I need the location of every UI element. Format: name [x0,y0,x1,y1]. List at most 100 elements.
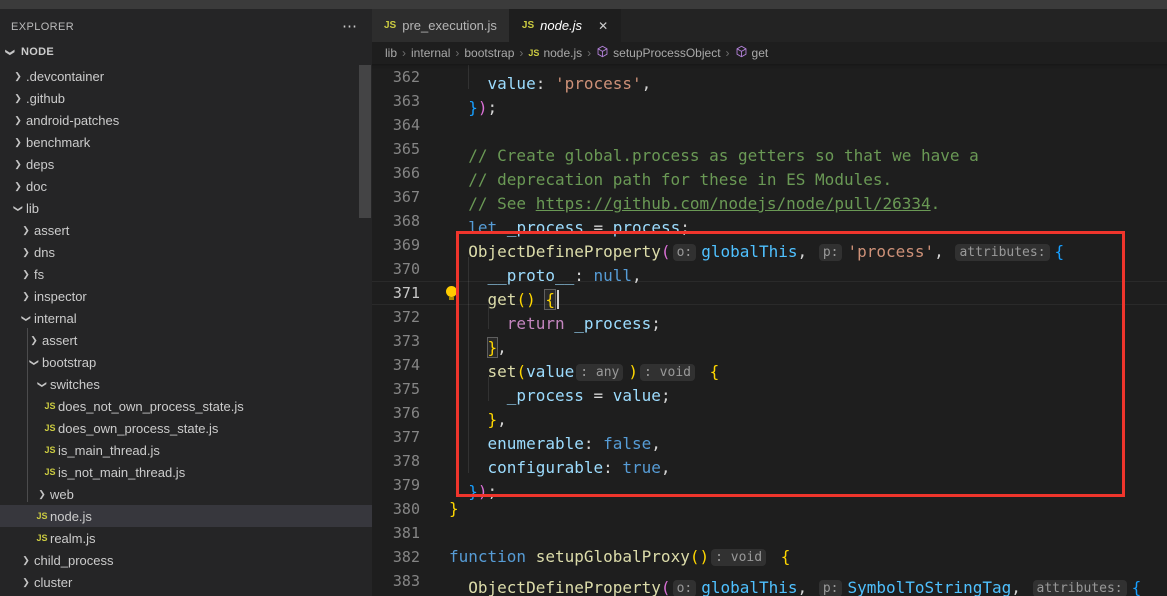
tree-item-web[interactable]: ❯web [0,483,372,505]
code-line-365[interactable]: 365// Create global.process as getters s… [372,137,1167,161]
tab-pre-execution-js[interactable]: JSpre_execution.js [372,9,510,42]
code-line-371[interactable]: 371 get() { [372,281,1167,305]
line-number[interactable]: 371 [372,281,420,305]
line-number[interactable]: 366 [372,161,420,185]
more-actions-icon[interactable]: ⋯ [342,22,358,32]
tree-item--devcontainer[interactable]: ❯.devcontainer [0,65,372,87]
line-number[interactable]: 372 [372,305,420,329]
code-line-367[interactable]: 367// See https://github.com/nodejs/node… [372,185,1167,209]
code-line-362[interactable]: 362 value: 'process', [372,65,1167,89]
line-number[interactable]: 381 [372,521,420,545]
tree-item-benchmark[interactable]: ❯benchmark [0,131,372,153]
tree-item-inspector[interactable]: ❯inspector [0,285,372,307]
tree-item-is-not-main-thread-js[interactable]: JSis_not_main_thread.js [0,461,372,483]
tree-item-does-not-own-process-state-js[interactable]: JSdoes_not_own_process_state.js [0,395,372,417]
tree-item-label: .devcontainer [26,69,104,84]
line-number[interactable]: 367 [372,185,420,209]
breadcrumb-item-node-js[interactable]: JSnode.js [528,46,582,60]
tree-item-is-main-thread-js[interactable]: JSis_main_thread.js [0,439,372,461]
line-number[interactable]: 383 [372,569,420,593]
tree-item-switches[interactable]: ❯switches [0,373,372,395]
code-editor[interactable]: 362value: 'process',363});364365// Creat… [372,64,1167,596]
line-number[interactable]: 380 [372,497,420,521]
code-token: } [449,499,459,518]
line-number[interactable]: 376 [372,401,420,425]
code-line-374[interactable]: 374set(value: any): void { [372,353,1167,377]
tree-item-label: web [50,487,74,502]
line-number[interactable]: 369 [372,233,420,257]
inlay-hint: p: [819,580,843,596]
tree-item-assert[interactable]: ❯assert [0,219,372,241]
tree-item-realm-js[interactable]: JSrealm.js [0,527,372,549]
tree-item-node-js[interactable]: JSnode.js [0,505,372,527]
tree-item-dns[interactable]: ❯dns [0,241,372,263]
code-line-380[interactable]: 380} [372,497,1167,521]
line-number[interactable]: 375 [372,377,420,401]
breadcrumb-item-bootstrap[interactable]: bootstrap [464,46,514,60]
code-line-364[interactable]: 364 [372,113,1167,137]
tree-item-deps[interactable]: ❯deps [0,153,372,175]
close-icon[interactable]: ✕ [598,19,608,33]
code-line-366[interactable]: 366// deprecation path for these in ES M… [372,161,1167,185]
line-content: }); [449,89,497,113]
tree-item-bootstrap[interactable]: ❯bootstrap [0,351,372,373]
tree-item-child-process[interactable]: ❯child_process [0,549,372,571]
indent-guide [468,425,487,449]
js-file-icon: JS [42,423,58,433]
breadcrumb-item-internal[interactable]: internal [411,46,450,60]
inlay-hint: o: [673,580,697,596]
code-line-376[interactable]: 376}, [372,401,1167,425]
section-header-node[interactable]: ❯ NODE [0,39,372,65]
line-number[interactable]: 379 [372,473,420,497]
tree-item-label: bootstrap [42,355,96,370]
line-number[interactable]: 373 [372,329,420,353]
code-line-369[interactable]: 369ObjectDefineProperty(o:globalThis, p:… [372,233,1167,257]
line-number[interactable]: 378 [372,449,420,473]
tree-item-fs[interactable]: ❯fs [0,263,372,285]
breadcrumb-item-setupProcessObject[interactable]: setupProcessObject [596,45,720,61]
tree-item-lib[interactable]: ❯lib [0,197,372,219]
line-number[interactable]: 363 [372,89,420,113]
code-line-368[interactable]: 368let _process = process; [372,209,1167,233]
tree-item-android-patches[interactable]: ❯android-patches [0,109,372,131]
tree-item-label: realm.js [50,531,96,546]
line-number[interactable]: 365 [372,137,420,161]
tree-item-label: assert [34,223,69,238]
line-number[interactable]: 368 [372,209,420,233]
tree-item-does-own-process-state-js[interactable]: JSdoes_own_process_state.js [0,417,372,439]
tree-item-internal[interactable]: ❯internal [0,307,372,329]
tree-item-label: android-patches [26,113,119,128]
tab-node-js[interactable]: JSnode.js✕ [510,9,621,42]
tree-item-label: node.js [50,509,92,524]
tree-item-assert[interactable]: ❯assert [0,329,372,351]
code-line-378[interactable]: 378configurable: true, [372,449,1167,473]
sidebar-scrollbar[interactable] [359,65,371,218]
tree-item--github[interactable]: ❯.github [0,87,372,109]
code-line-382[interactable]: 382function setupGlobalProxy(): void { [372,545,1167,569]
breadcrumb-item-lib[interactable]: lib [385,46,397,60]
tree-item-cluster[interactable]: ❯cluster [0,571,372,593]
js-file-icon: JS [34,533,50,543]
code-line-370[interactable]: 370__proto__: null, [372,257,1167,281]
code-line-373[interactable]: 373}, [372,329,1167,353]
tree-item-doc[interactable]: ❯doc [0,175,372,197]
code-line-381[interactable]: 381 [372,521,1167,545]
line-number[interactable]: 382 [372,545,420,569]
line-number[interactable]: 377 [372,425,420,449]
line-number[interactable]: 362 [372,65,420,89]
line-number[interactable]: 370 [372,257,420,281]
code-line-379[interactable]: 379}); [372,473,1167,497]
code-line-377[interactable]: 377enumerable: false, [372,425,1167,449]
breadcrumb-item-get[interactable]: get [735,45,769,61]
code-line-383[interactable]: 383ObjectDefineProperty(o:globalThis, p:… [372,569,1167,593]
code-line-372[interactable]: 372return _process; [372,305,1167,329]
line-number[interactable]: 374 [372,353,420,377]
indent-guide [449,161,468,185]
code-line-363[interactable]: 363}); [372,89,1167,113]
lightbulb-icon[interactable] [446,286,457,297]
inlay-hint: attributes: [1033,580,1127,596]
line-content: get() { [449,281,559,305]
line-number[interactable]: 364 [372,113,420,137]
code-line-375[interactable]: 375_process = value; [372,377,1167,401]
line-content: value: 'process', [449,65,651,89]
